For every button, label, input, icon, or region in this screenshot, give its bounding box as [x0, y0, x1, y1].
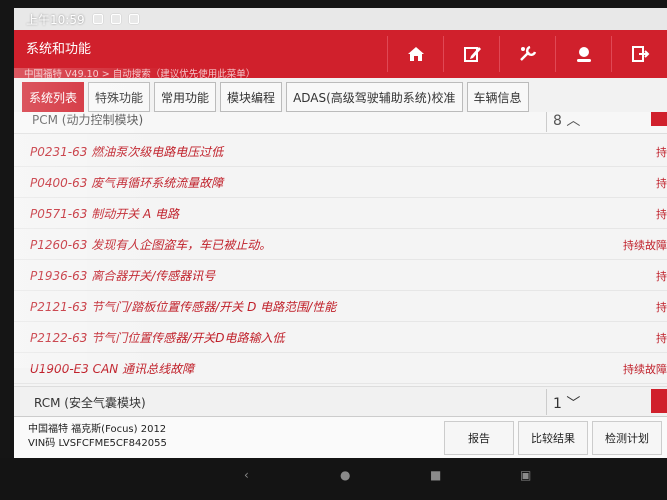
chevron-down-icon: ﹀: [566, 396, 581, 412]
tab-system-list[interactable]: 系统列表: [22, 82, 85, 112]
fault-code: P1936-63 离合器开关/传感器讯号: [30, 269, 216, 283]
screen: 上午10:59 系统和功能 中国福特 V49.10 > 自动搜索（建议优先使用此…: [14, 8, 667, 458]
tools-button[interactable]: [499, 36, 555, 72]
exit-icon: [631, 46, 649, 62]
vin-number: VIN码 LVSFCFME5CF842055: [28, 438, 167, 449]
fault-count: 8: [553, 113, 562, 129]
home-button[interactable]: [387, 36, 443, 72]
user-support-icon: [576, 47, 591, 62]
fault-status: 持: [656, 301, 667, 314]
tab-adas-calibration[interactable]: ADAS(高级驾驶辅助系统)校准: [286, 82, 463, 112]
breadcrumb: 中国福特 V49.10 > 自动搜索（建议优先使用此菜单）: [24, 69, 256, 80]
module-name: PCM (动力控制模块): [32, 113, 144, 127]
fault-row[interactable]: U1900-E3 CAN 通讯总线故障 持续故障: [14, 353, 667, 384]
home-nav-icon[interactable]: ●: [340, 468, 350, 482]
fault-row[interactable]: P2122-63 节气门位置传感器/开关D电路输入低 持: [14, 322, 667, 353]
fault-code: P0400-63 废气再循环系统流量故障: [30, 176, 224, 190]
fault-status: 持: [656, 208, 667, 221]
edit-icon: [463, 47, 481, 62]
back-icon[interactable]: ‹: [244, 468, 249, 482]
fault-code: P0231-63 燃油泵次级电路电压过低: [30, 145, 224, 159]
report-button[interactable]: 报告: [444, 421, 514, 455]
system-nav-bar: ‹ ● ■ ▣: [0, 458, 667, 500]
module-row-rcm[interactable]: RCM (安全气囊模块) 1 ﹀: [14, 386, 667, 416]
module-name: RCM (安全气囊模块): [34, 396, 146, 410]
fault-row[interactable]: P1936-63 离合器开关/传感器讯号 持: [14, 260, 667, 291]
chevron-up-icon: ︿: [566, 113, 581, 129]
fault-list[interactable]: PCM (动力控制模块) 8 ︿ P0231-63 燃油泵次级电路电压过低 持 …: [14, 112, 667, 386]
fault-row[interactable]: P0571-63 制动开关 A 电路 持: [14, 198, 667, 229]
fault-row[interactable]: P0231-63 燃油泵次级电路电压过低 持: [14, 136, 667, 167]
fault-status: 持续故障: [623, 363, 667, 376]
edit-report-button[interactable]: [443, 36, 499, 72]
tab-bar: 系统列表 特殊功能 常用功能 模块编程 ADAS(高级驾驶辅助系统)校准 车辆信…: [22, 82, 529, 112]
fault-row[interactable]: P1260-63 发现有人企图盗车，车已被止动。 持续故障: [14, 229, 667, 260]
module-action-button[interactable]: [651, 112, 667, 126]
wrench-icon: [519, 45, 536, 61]
compare-results-button[interactable]: 比较结果: [518, 421, 588, 455]
fault-row[interactable]: P0400-63 废气再循环系统流量故障 持: [14, 167, 667, 198]
fault-code: P0571-63 制动开关 A 电路: [30, 207, 180, 221]
tab-special-functions[interactable]: 特殊功能: [88, 82, 151, 112]
notification-icon: [92, 14, 103, 24]
status-time: 上午10:59: [26, 12, 85, 27]
tab-common-functions[interactable]: 常用功能: [154, 82, 217, 112]
support-button[interactable]: [555, 36, 611, 72]
fault-row[interactable]: P2121-63 节气门/踏板位置传感器/开关 D 电路范围/性能 持: [14, 291, 667, 322]
module-row-pcm[interactable]: PCM (动力控制模块) 8 ︿: [14, 112, 667, 134]
tab-vehicle-info[interactable]: 车辆信息: [466, 82, 529, 112]
fault-status: 持: [656, 146, 667, 159]
vehicle-info: 中国福特 福克斯(Focus) 2012 VIN码 LVSFCFME5CF842…: [28, 423, 167, 451]
fault-code: P2122-63 节气门位置传感器/开关D电路输入低: [30, 331, 285, 345]
home-icon: [407, 47, 424, 61]
fault-code: P2121-63 节气门/踏板位置传感器/开关 D 电路范围/性能: [30, 300, 337, 314]
status-bar: 上午10:59: [14, 8, 667, 30]
tab-module-programming[interactable]: 模块编程: [220, 82, 283, 112]
fault-status: 持: [656, 270, 667, 283]
fault-status: 持续故障: [623, 239, 667, 252]
tablet-device: 上午10:59 系统和功能 中国福特 V49.10 > 自动搜索（建议优先使用此…: [0, 0, 667, 500]
fault-code: P1260-63 发现有人企图盗车，车已被止动。: [30, 238, 272, 252]
fault-status: 持: [656, 332, 667, 345]
notification-icon: [110, 14, 121, 24]
fault-code: U1900-E3 CAN 通讯总线故障: [30, 362, 195, 376]
page-title: 系统和功能: [26, 42, 92, 57]
app-header: 系统和功能 中国福特 V49.10 > 自动搜索（建议优先使用此菜单）: [14, 30, 667, 80]
module-action-button[interactable]: [651, 389, 667, 413]
recents-icon[interactable]: ■: [430, 468, 441, 482]
vehicle-model: 中国福特 福克斯(Focus) 2012: [28, 424, 167, 435]
fault-count-toggle[interactable]: 8 ︿: [546, 112, 646, 132]
screenshot-icon[interactable]: ▣: [520, 468, 531, 482]
fault-status: 持: [656, 177, 667, 190]
test-plan-button[interactable]: 检测计划: [592, 421, 662, 455]
notification-icon: [128, 14, 139, 24]
fault-count-toggle[interactable]: 1 ﹀: [546, 389, 646, 415]
exit-button[interactable]: [611, 36, 667, 72]
footer: 中国福特 福克斯(Focus) 2012 VIN码 LVSFCFME5CF842…: [14, 416, 667, 458]
fault-count: 1: [553, 396, 562, 412]
